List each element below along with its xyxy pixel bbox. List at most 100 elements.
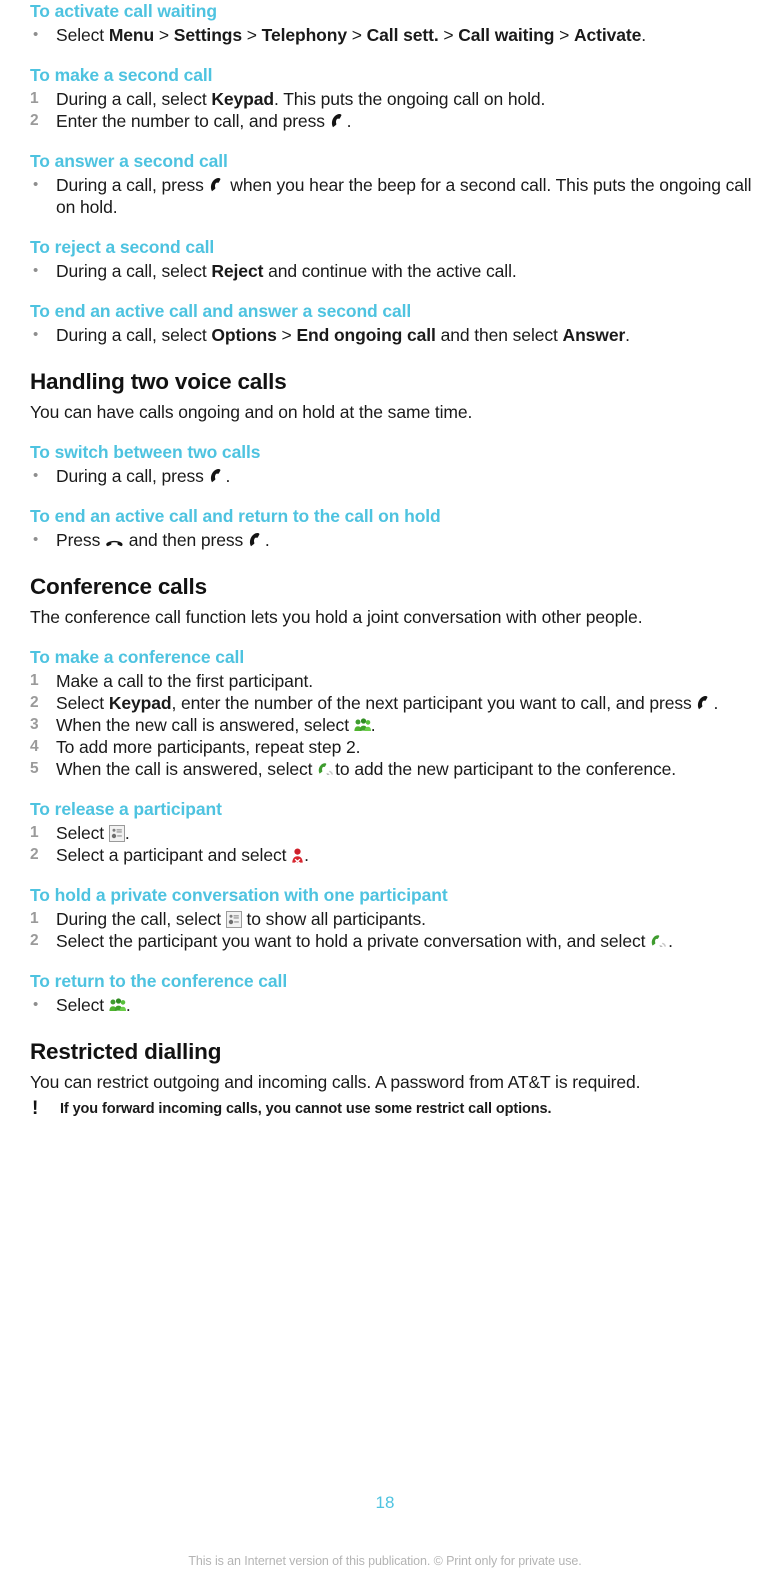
step-number: 4 [30,738,39,755]
ui-term-end-ongoing-call: End ongoing call [296,325,436,345]
list-item: 1 Make a call to the first participant. [30,670,752,692]
bullet-marker: • [33,326,39,343]
text-fragment: to show all participants. [241,909,427,929]
text-fragment: to add the new participant to the confer… [335,759,677,779]
ui-term-reject: Reject [211,261,264,281]
text-fragment: Select [56,25,109,45]
bullet-marker: • [33,262,39,279]
note-text: If you forward incoming calls, you canno… [60,1101,552,1117]
step-text: During a call, press when you hear the b… [56,175,752,217]
note-callout: ! If you forward incoming calls, you can… [30,1099,752,1119]
numbered-list: 1 During the call, select to show all pa… [30,908,752,952]
separator-gt: > [158,25,169,45]
call-handset-icon [696,695,713,712]
ui-term-keypad: Keypad [211,89,274,109]
separator-gt: > [559,25,570,45]
step-text: During a call, select Keypad. This puts … [56,89,545,109]
section-switch-between-two-calls: To switch between two calls • During a c… [30,441,752,487]
text-fragment: During the call, select [56,909,226,929]
text-fragment: . This puts the ongoing call on hold. [274,89,546,109]
text-fragment: , enter the number of the next participa… [171,693,697,713]
section-make-conference-call: To make a conference call 1 Make a call … [30,646,752,780]
text-fragment: . [225,466,231,486]
list-item: • Press and then press . [30,529,752,551]
section-end-active-return-hold: To end an active call and return to the … [30,505,752,551]
section-reject-second-call: To reject a second call • During a call,… [30,236,752,282]
section-end-active-answer-second: To end an active call and answer a secon… [30,300,752,346]
text-fragment: When the call is answered, select [56,759,318,779]
bullet-marker: • [33,467,39,484]
intro-paragraph: You can restrict outgoing and incoming c… [30,1072,641,1092]
numbered-list: 1 During a call, select Keypad. This put… [30,88,752,132]
text-fragment: During a call, select [56,261,212,281]
intro-paragraph: The conference call function lets you ho… [30,607,643,627]
text-fragment: During a call, select [56,89,212,109]
step-text: During the call, select to show all part… [56,909,426,929]
section-heading: To activate call waiting [30,1,217,21]
page-number: 18 [375,1493,395,1512]
list-item: • Select Menu > Settings > Telephony > C… [30,24,752,46]
text-fragment: . [641,25,647,45]
step-text: Make a call to the first participant. [56,671,313,691]
call-handset-icon [209,468,226,485]
section-restricted-dialling: Restricted dialling You can restrict out… [30,1038,752,1119]
text-fragment: Enter the number to call, and press [56,111,330,131]
bullet-list: • During a call, press when you hear the… [30,174,752,218]
ui-term-menu: Menu [108,25,155,45]
section-heading: To reject a second call [30,237,215,257]
ui-term-call-waiting: Call waiting [458,25,555,45]
bullet-marker: • [33,26,39,43]
step-text: During a call, select Reject and continu… [56,261,517,281]
ui-term-settings: Settings [173,25,243,45]
step-number: 2 [30,694,39,711]
bullet-list: • During a call, select Options > End on… [30,324,752,346]
list-item: 3 When the new call is answered, select … [30,714,752,736]
step-text: During a call, select Options > End ongo… [56,325,630,345]
step-text: Select . [56,823,130,843]
bullet-list: • During a call, select Reject and conti… [30,260,752,282]
text-fragment: . [264,530,270,550]
text-fragment: . [124,823,130,843]
bullet-list: • Press and then press . [30,529,752,551]
ui-term-telephony: Telephony [261,25,347,45]
section-make-second-call: To make a second call 1 During a call, s… [30,64,752,132]
text-fragment: . [370,715,376,735]
text-fragment: . [625,325,630,345]
release-participant-icon [291,847,304,864]
ui-term-activate: Activate [573,25,642,45]
separator-gt: > [443,25,454,45]
text-fragment: Select [56,693,109,713]
list-item: 2 Select Keypad, enter the number of the… [30,692,752,714]
section-heading: To end an active call and return to the … [30,506,441,526]
intro-paragraph: You can have calls ongoing and on hold a… [30,402,473,422]
section-return-to-conference: To return to the conference call • Selec… [30,970,752,1016]
ui-term-keypad: Keypad [108,693,172,713]
step-text: Enter the number to call, and press . [56,111,352,131]
call-handset-icon [330,113,347,130]
text-fragment: and continue with the active call. [263,261,517,281]
step-text: Select Keypad, enter the number of the n… [56,693,718,713]
page-title-handling-two-voice-calls: Handling two voice calls [30,369,287,394]
bullet-list: • Select . [30,994,752,1016]
call-handset-icon [209,177,226,194]
numbered-list: 1 Select . 2 Select a participant and se… [30,822,752,866]
bullet-marker: • [33,996,39,1013]
participant-list-icon [225,911,242,928]
section-heading: To release a participant [30,799,222,819]
call-handset-icon [248,532,265,549]
step-number: 1 [30,672,39,689]
section-heading: To make a second call [30,65,213,85]
step-number: 2 [30,846,39,863]
page-title-conference-calls: Conference calls [30,574,207,599]
text-fragment: During a call, press [56,466,209,486]
text-fragment: Press [56,530,105,550]
section-heading: To hold a private conversation with one … [30,885,448,905]
list-item: 2 Enter the number to call, and press . [30,110,752,132]
step-text: During a call, press . [56,466,230,486]
numbered-list: 1 Make a call to the first participant. … [30,670,752,780]
bullet-marker: • [33,176,39,193]
ui-term-answer: Answer [562,325,626,345]
end-call-handset-icon [105,532,124,549]
list-item: 5 When the call is answered, select to a… [30,758,752,780]
step-number: 2 [30,932,39,949]
